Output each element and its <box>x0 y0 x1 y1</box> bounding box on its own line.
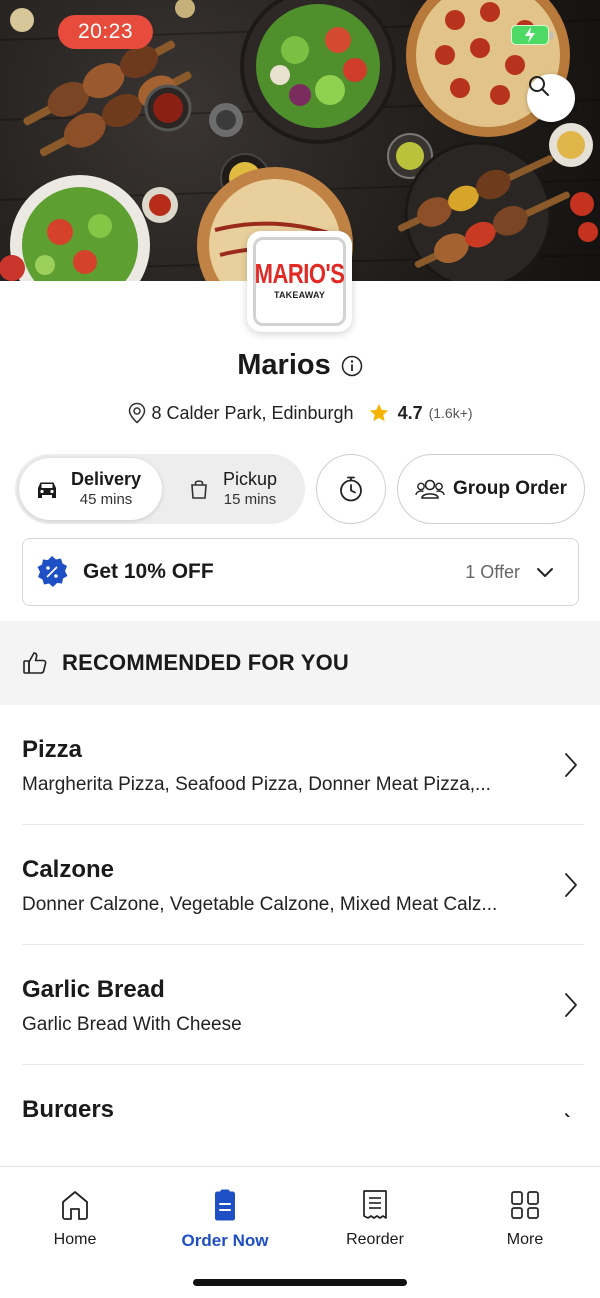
pickup-option[interactable]: Pickup 15 mins <box>175 458 301 520</box>
nav-more[interactable]: More <box>465 1189 585 1249</box>
delivery-time: 45 mins <box>79 490 133 508</box>
category-list: Pizza Margherita Pizza, Seafood Pizza, D… <box>0 705 600 1117</box>
search-icon <box>529 76 549 96</box>
store-name: Marios <box>237 349 331 381</box>
delivery-option[interactable]: Delivery 45 mins <box>19 458 162 520</box>
schedule-button[interactable] <box>316 454 386 524</box>
category-row-burgers[interactable]: Burgers <box>22 1065 584 1117</box>
discount-badge-icon <box>37 556 68 587</box>
category-items: Margherita Pizza, Seafood Pizza, Donner … <box>22 774 491 795</box>
rating-value: 4.7 <box>397 402 423 423</box>
pickup-time: 15 mins <box>223 490 277 508</box>
group-order-label: Group Order <box>452 478 567 499</box>
star-icon <box>369 403 388 422</box>
status-time: 20:23 <box>58 15 153 49</box>
recommended-header: RECOMMENDED FOR YOU <box>0 621 600 705</box>
category-name: Garlic Bread <box>22 976 165 1003</box>
category-items: Donner Calzone, Vegetable Calzone, Mixed… <box>22 894 498 915</box>
store-title-row: Marios <box>0 349 600 382</box>
offer-banner[interactable]: Get 10% OFF 1 Offer <box>22 538 579 606</box>
home-icon <box>62 1191 88 1220</box>
store-address: 8 Calder Park, Edinburgh <box>151 402 354 423</box>
nav-reorder[interactable]: Reorder <box>315 1189 435 1249</box>
nav-order-now[interactable]: Order Now <box>165 1189 285 1251</box>
offer-title: Get 10% OFF <box>83 560 214 583</box>
category-name: Pizza <box>22 736 83 763</box>
search-button[interactable] <box>527 74 575 122</box>
delivery-label: Delivery <box>71 469 142 490</box>
nav-home-label: Home <box>53 1231 97 1248</box>
group-order-button[interactable]: Group Order <box>397 454 585 524</box>
pickup-label: Pickup <box>223 469 278 490</box>
car-icon <box>38 482 56 498</box>
category-name: Calzone <box>22 856 115 883</box>
category-row-calzone[interactable]: Calzone Donner Calzone, Vegetable Calzon… <box>22 825 584 945</box>
recommended-title: RECOMMENDED FOR YOU <box>62 650 349 675</box>
nav-home[interactable]: Home <box>15 1189 135 1249</box>
thumbs-up-icon <box>23 652 47 674</box>
order-icon <box>215 1189 235 1221</box>
shopping-bag-icon <box>191 480 207 499</box>
logo-main-text: MARIO'S <box>254 257 345 289</box>
nav-order-now-label: Order Now <box>181 1231 269 1250</box>
offer-count: 1 Offer <box>465 561 520 582</box>
battery-icon <box>511 25 553 45</box>
category-name: Burgers <box>22 1096 115 1117</box>
category-row-garlic-bread[interactable]: Garlic Bread Garlic Bread With Cheese <box>22 945 584 1065</box>
order-mode-toggle: Delivery 45 mins Pickup 15 mins <box>15 454 305 524</box>
chevron-down-icon <box>537 568 553 577</box>
location-pin-icon <box>129 402 146 424</box>
category-items: Garlic Bread With Cheese <box>22 1014 242 1035</box>
info-icon[interactable] <box>341 355 363 377</box>
timer-icon <box>340 476 362 502</box>
logo-sub-text: TAKEAWAY <box>273 290 326 300</box>
chevron-right-icon <box>565 873 577 897</box>
receipt-icon <box>363 1190 387 1219</box>
group-users-icon <box>415 479 445 499</box>
nav-reorder-label: Reorder <box>346 1231 404 1248</box>
chevron-right-icon <box>565 993 577 1017</box>
home-indicator[interactable] <box>193 1279 407 1286</box>
chevron-right-icon <box>565 753 577 777</box>
rating-count: (1.6k+) <box>428 405 473 421</box>
nav-more-label: More <box>506 1231 544 1248</box>
chevron-right-icon <box>565 1113 570 1117</box>
store-address-row: 8 Calder Park, Edinburgh 4.7 (1.6k+) <box>0 402 600 424</box>
store-logo: MARIO'S TAKEAWAY <box>247 231 352 332</box>
category-row-pizza[interactable]: Pizza Margherita Pizza, Seafood Pizza, D… <box>22 705 584 825</box>
grid-icon <box>511 1191 539 1219</box>
